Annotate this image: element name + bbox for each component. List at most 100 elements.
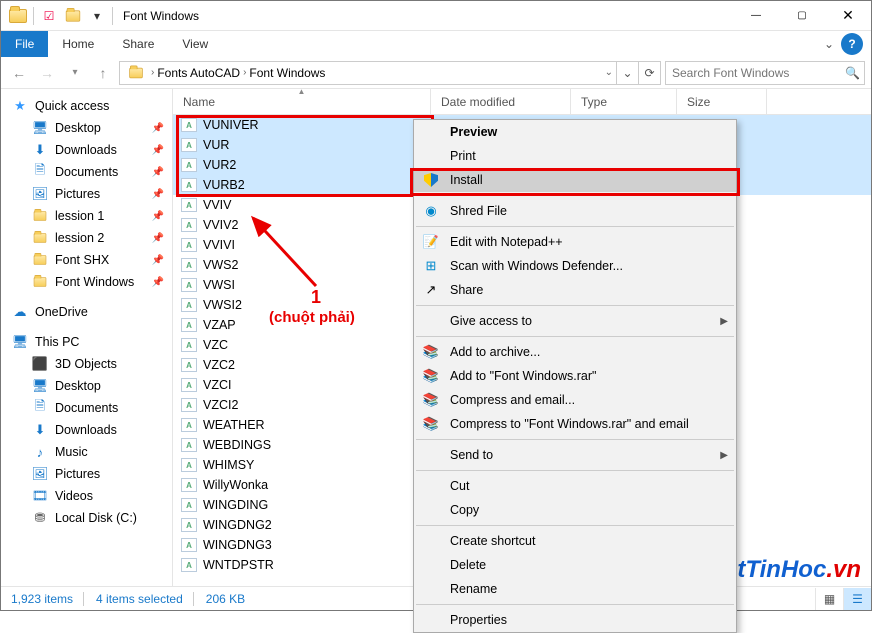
cm-preview[interactable]: Preview [414,120,736,144]
tab-home[interactable]: Home [48,32,108,56]
nav-documents2[interactable]: 🗎Documents [1,397,172,419]
breadcrumb[interactable]: › Fonts AutoCAD › Font Windows ⌄ ⌄ ⟳ [119,61,661,85]
context-menu[interactable]: Preview Print Install ◉Shred File 📝Edit … [413,119,737,633]
nav-desktop[interactable]: 🖥Desktop📌 [1,117,172,139]
help-button[interactable]: ? [841,33,863,55]
font-file-icon: A [181,558,197,572]
column-type[interactable]: Type [571,89,677,114]
nav-pictures[interactable]: 🖼Pictures📌 [1,183,172,205]
cm-shortcut[interactable]: Create shortcut [414,529,736,553]
cm-delete[interactable]: Delete [414,553,736,577]
search-icon[interactable]: 🔍 [845,66,860,80]
file-name: VZCI2 [203,398,238,412]
nav-thispc[interactable]: 🖥This PC [1,331,172,353]
column-size[interactable]: Size [677,89,767,114]
file-name: WINGDNG3 [203,538,272,552]
font-file-icon: A [181,278,197,292]
titlebar: ☑ ▾ Font Windows — ▢ ✕ [1,1,871,31]
nav-lession1[interactable]: lession 1📌 [1,205,172,227]
breadcrumb-current[interactable]: Font Windows [249,66,325,80]
nav-videos[interactable]: 🎞Videos [1,485,172,507]
cm-sendto[interactable]: Send to▶ [414,443,736,467]
nav-lession2[interactable]: lession 2📌 [1,227,172,249]
font-file-icon: A [181,498,197,512]
file-name: VZC [203,338,228,352]
font-file-icon: A [181,478,197,492]
shred-icon: ◉ [422,202,440,220]
cm-print[interactable]: Print [414,144,736,168]
breadcrumb-parent[interactable]: Fonts AutoCAD [157,66,240,80]
nav-fontwindows[interactable]: Font Windows📌 [1,271,172,293]
column-headers[interactable]: Name▲ Date modified Type Size [173,89,871,115]
cm-install[interactable]: Install [414,168,736,192]
file-name: VWS2 [203,258,238,272]
close-button[interactable]: ✕ [825,1,871,31]
address-bar-row: ← → ▾ ↑ › Fonts AutoCAD › Font Windows ⌄… [1,57,871,89]
file-name: VUR2 [203,158,236,172]
cm-copy[interactable]: Copy [414,498,736,522]
cm-addarchive[interactable]: 📚Add to archive... [414,340,736,364]
font-file-icon: A [181,438,197,452]
search-input[interactable] [666,66,864,80]
view-details-button[interactable]: ☰ [843,588,871,610]
font-file-icon: A [181,378,197,392]
maximize-button[interactable]: ▢ [779,1,825,31]
search-box[interactable]: 🔍 [665,61,865,85]
nav-desktop2[interactable]: 🖥Desktop [1,375,172,397]
cm-compressrar[interactable]: 📚Compress to "Font Windows.rar" and emai… [414,412,736,436]
tab-file[interactable]: File [1,31,48,57]
status-item-count: 1,923 items [11,592,84,606]
ribbon-expand-icon[interactable]: ⌄ [817,37,841,51]
minimize-button[interactable]: — [733,1,779,31]
cm-compressemail[interactable]: 📚Compress and email... [414,388,736,412]
nav-localdisk[interactable]: ⛃Local Disk (C:) [1,507,172,529]
nav-recent-button[interactable]: ▾ [63,61,87,85]
breadcrumb-dropdown-icon[interactable]: ⌄ [616,62,638,84]
cm-properties[interactable]: Properties [414,608,736,632]
cm-rename[interactable]: Rename [414,577,736,601]
font-file-icon: A [181,218,197,232]
winrar-icon: 📚 [422,415,440,433]
nav-up-button[interactable]: ↑ [91,61,115,85]
cm-addrar[interactable]: 📚Add to "Font Windows.rar" [414,364,736,388]
cm-defender[interactable]: ⊞Scan with Windows Defender... [414,254,736,278]
cm-giveaccess[interactable]: Give access to▶ [414,309,736,333]
cm-share[interactable]: ↗Share [414,278,736,302]
column-date[interactable]: Date modified [431,89,571,114]
nav-documents[interactable]: 🗎Documents📌 [1,161,172,183]
winrar-icon: 📚 [422,391,440,409]
font-file-icon: A [181,238,197,252]
nav-forward-button[interactable]: → [35,61,59,85]
navigation-pane[interactable]: ★Quick access 🖥Desktop📌 ⬇Downloads📌 🗎Doc… [1,89,173,586]
column-name[interactable]: Name▲ [173,89,431,114]
tab-share[interactable]: Share [108,32,168,56]
nav-music[interactable]: ♪Music [1,441,172,463]
system-folder-icon[interactable] [7,5,29,27]
ribbon-tabs: File Home Share View ⌄ ? [1,31,871,57]
file-name: VVIV [203,198,232,212]
nav-fontshx[interactable]: Font SHX📌 [1,249,172,271]
file-name: WINGDNG2 [203,518,272,532]
nav-downloads2[interactable]: ⬇Downloads [1,419,172,441]
qat-properties-icon[interactable]: ☑ [38,5,60,27]
cm-cut[interactable]: Cut [414,474,736,498]
font-file-icon: A [181,258,197,272]
cm-notepadpp[interactable]: 📝Edit with Notepad++ [414,230,736,254]
qat-customize-icon[interactable]: ▾ [86,5,108,27]
file-name: WEATHER [203,418,265,432]
nav-downloads[interactable]: ⬇Downloads📌 [1,139,172,161]
file-name: VVIV2 [203,218,238,232]
tab-view[interactable]: View [168,32,222,56]
nav-back-button[interactable]: ← [7,61,31,85]
nav-pictures2[interactable]: 🖼Pictures [1,463,172,485]
font-file-icon: A [181,158,197,172]
nav-3dobjects[interactable]: ⬛3D Objects [1,353,172,375]
share-icon: ↗ [422,281,440,299]
cm-shred[interactable]: ◉Shred File [414,199,736,223]
file-name: VUR [203,138,229,152]
refresh-button[interactable]: ⟳ [638,62,660,84]
qat-new-folder-icon[interactable] [62,5,84,27]
view-thumbnails-button[interactable]: ▦ [815,588,843,610]
nav-quick-access[interactable]: ★Quick access [1,95,172,117]
nav-onedrive[interactable]: ☁OneDrive [1,301,172,323]
